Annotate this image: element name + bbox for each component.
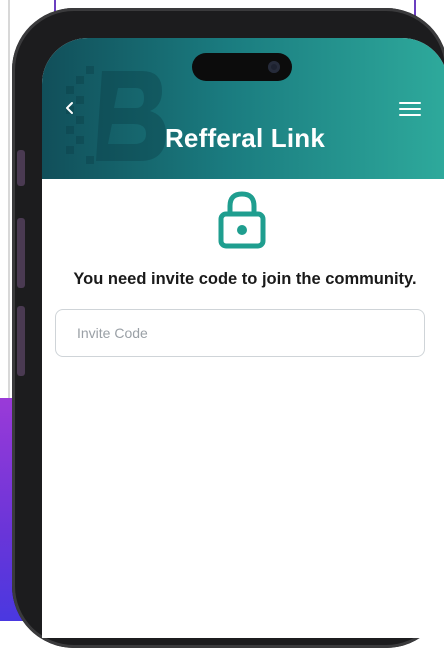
phone-action-button (17, 150, 25, 186)
phone-volume-down-button (17, 306, 25, 376)
hamburger-menu-icon (399, 102, 421, 104)
phone-frame: Refferal Link You need invite code to jo… (12, 8, 444, 648)
app-header: Refferal Link (42, 38, 444, 179)
phone-volume-up-button (17, 218, 25, 288)
page-title: Refferal Link (164, 123, 326, 153)
background-line (8, 0, 10, 398)
hamburger-menu-icon-line (399, 114, 421, 116)
invite-code-field (55, 309, 425, 357)
back-button[interactable] (64, 100, 84, 120)
menu-button[interactable] (399, 102, 421, 118)
camera-icon (268, 61, 280, 73)
hamburger-menu-icon-line (399, 108, 421, 110)
lock-icon (218, 191, 266, 249)
chevron-left-icon (66, 102, 73, 114)
invite-code-input[interactable] (56, 310, 424, 356)
app-screen: Refferal Link You need invite code to jo… (42, 38, 444, 638)
invite-required-message: You need invite code to join the communi… (73, 270, 417, 288)
dynamic-island (192, 53, 292, 81)
